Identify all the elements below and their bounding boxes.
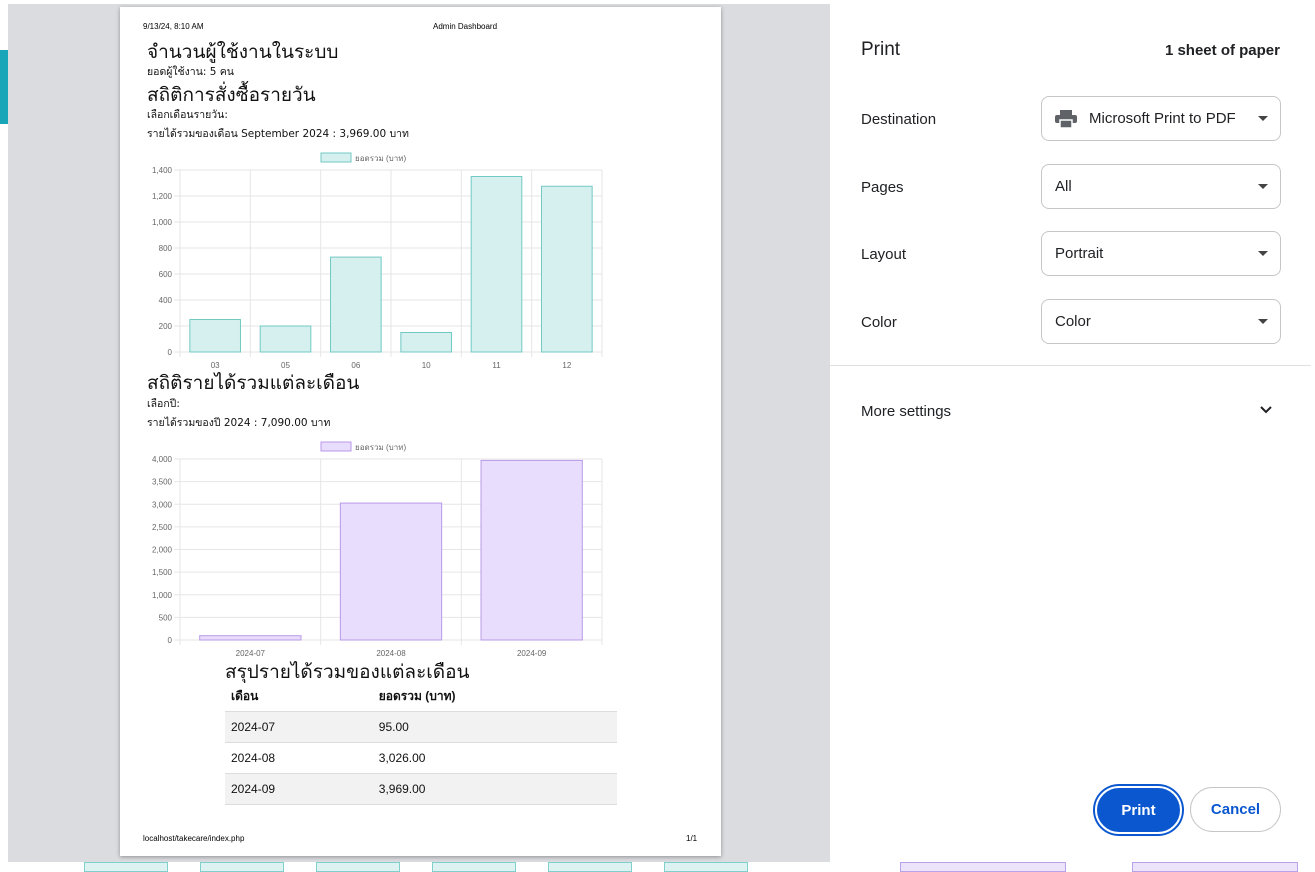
chevron-down-icon — [1258, 251, 1268, 256]
y-tick-label: 0 — [168, 636, 173, 645]
chart-bar — [259, 325, 312, 353]
print-footer-url: localhost/takecare/index.php — [143, 834, 245, 843]
y-tick-label: 200 — [159, 322, 173, 331]
background-chart-bar — [200, 862, 284, 872]
color-label: Color — [861, 314, 897, 331]
summary-col-month: เดือน — [225, 683, 373, 712]
y-tick-label: 1,000 — [152, 591, 173, 600]
print-header-title: Admin Dashboard — [433, 22, 498, 31]
monthly-stats-title: สถิติรายได้รวมแต่ละเดือน — [147, 372, 360, 394]
x-tick-label: 12 — [562, 361, 571, 370]
print-button[interactable]: Print — [1095, 786, 1182, 834]
daily-revenue-chart: ยอดรวม (บาท) 0 200 400 600 800 1,000 1,200 1,400… — [152, 152, 603, 370]
print-footer-page: 1/1 — [686, 834, 698, 843]
chart-bar — [400, 332, 452, 353]
printer-icon — [1055, 109, 1077, 128]
daily-total-text: รายได้รวมของเดือน September 2024 : 3,969… — [147, 128, 409, 140]
more-settings-toggle[interactable]: More settings — [861, 403, 951, 420]
chevron-down-icon[interactable] — [1258, 402, 1274, 418]
background-chart-bar — [900, 862, 1066, 872]
color-select[interactable]: Color — [1041, 299, 1281, 344]
preview-page: 9/13/24, 8:10 AM Admin Dashboard จำนวนผู… — [120, 7, 721, 856]
chevron-down-icon — [1258, 319, 1268, 324]
y-tick-label: 3,000 — [152, 500, 173, 509]
print-settings-panel: Print 1 sheet of paper Destination Micro… — [830, 4, 1311, 862]
summary-cell-total: 3,969.00 — [372, 773, 617, 805]
background-chart-bar — [84, 862, 168, 872]
monthly-total-text: รายได้รวมของปี 2024 : 7,090.00 บาท — [147, 417, 331, 429]
summary-cell-month: 2024-07 — [225, 711, 373, 743]
chart-bar — [470, 176, 523, 353]
background-chart-bar — [432, 862, 516, 872]
y-tick-label: 3,500 — [152, 478, 173, 487]
destination-select[interactable]: Microsoft Print to PDF — [1041, 96, 1281, 141]
daily-select-label: เลือกเดือนรายวัน: — [147, 109, 228, 121]
legend-swatch — [320, 441, 352, 452]
legend-label: ยอดรวม (บาท) — [355, 154, 406, 163]
print-preview-pane[interactable]: 9/13/24, 8:10 AM Admin Dashboard จำนวนผู… — [8, 4, 830, 862]
table-row: 2024-07 95.00 — [225, 711, 617, 743]
legend-label: ยอดรวม (บาท) — [355, 443, 406, 452]
monthly-revenue-chart: ยอดรวม (บาท) 0 500 1,000 1,500 2,000 2,500 3,00… — [152, 441, 603, 657]
y-tick-label: 1,200 — [152, 192, 173, 201]
cancel-button[interactable]: Cancel — [1190, 787, 1281, 832]
y-tick-label: 2,000 — [152, 546, 173, 555]
summary-cell-month: 2024-09 — [225, 773, 373, 805]
y-tick-label: 500 — [159, 613, 173, 622]
x-tick-label: 2024-07 — [236, 649, 266, 657]
destination-label: Destination — [861, 111, 937, 128]
pages-value: All — [1055, 178, 1072, 195]
y-tick-label: 2,500 — [152, 523, 173, 532]
print-dialog-title: Print — [861, 39, 901, 60]
summary-cell-total: 95.00 — [372, 711, 617, 743]
y-tick-label: 0 — [168, 348, 173, 357]
destination-value: Microsoft Print to PDF — [1089, 110, 1236, 127]
chart-bar — [339, 502, 443, 641]
y-tick-label: 4,000 — [152, 455, 173, 464]
chevron-down-icon — [1258, 184, 1268, 189]
chevron-down-icon — [1258, 116, 1268, 121]
y-tick-label: 800 — [159, 244, 173, 253]
y-tick-label: 1,500 — [152, 568, 173, 577]
print-header-datetime: 9/13/24, 8:10 AM — [143, 22, 204, 31]
user-count-text: ยอดผู้ใช้งาน: 5 คน — [147, 66, 234, 78]
chart-bar — [189, 319, 241, 353]
x-tick-label: 2024-09 — [517, 649, 547, 657]
pages-label: Pages — [861, 179, 904, 196]
color-value: Color — [1055, 313, 1091, 330]
chart-bar — [541, 185, 593, 353]
pages-select[interactable]: All — [1041, 164, 1281, 209]
sheet-count: 1 sheet of paper — [1164, 42, 1280, 59]
layout-select[interactable]: Portrait — [1041, 231, 1281, 276]
summary-col-total: ยอดรวม (บาท) — [372, 683, 617, 712]
x-tick-label: 11 — [492, 361, 501, 370]
table-row: 2024-09 3,969.00 — [225, 773, 617, 805]
y-tick-label: 1,000 — [152, 218, 173, 227]
table-row: 2024-08 3,026.00 — [225, 742, 617, 774]
x-tick-label: 2024-08 — [376, 649, 406, 657]
legend-swatch — [320, 152, 352, 163]
settings-divider — [830, 365, 1311, 366]
chart-bar — [330, 256, 382, 353]
y-tick-label: 600 — [159, 270, 173, 279]
layout-label: Layout — [861, 246, 907, 263]
y-tick-label: 1,400 — [152, 166, 173, 175]
background-chart-bar — [316, 862, 400, 872]
chart-bar — [199, 635, 302, 641]
background-chart-bar — [548, 862, 632, 872]
y-tick-label: 400 — [159, 296, 173, 305]
summary-header-row: เดือน ยอดรวม (บาท) — [225, 683, 617, 712]
chart-bar — [480, 459, 583, 641]
summary-cell-month: 2024-08 — [225, 742, 373, 774]
background-right-strip — [1311, 0, 1315, 872]
background-chart-bar — [664, 862, 748, 872]
summary-table: เดือน ยอดรวม (บาท) 2024-07 95.00 2024-08… — [225, 683, 617, 805]
x-tick-label: 10 — [422, 361, 431, 370]
layout-value: Portrait — [1055, 245, 1104, 262]
monthly-select-label: เลือกปี: — [147, 398, 180, 410]
summary-cell-total: 3,026.00 — [372, 742, 617, 774]
background-chart-bar — [1132, 862, 1298, 872]
